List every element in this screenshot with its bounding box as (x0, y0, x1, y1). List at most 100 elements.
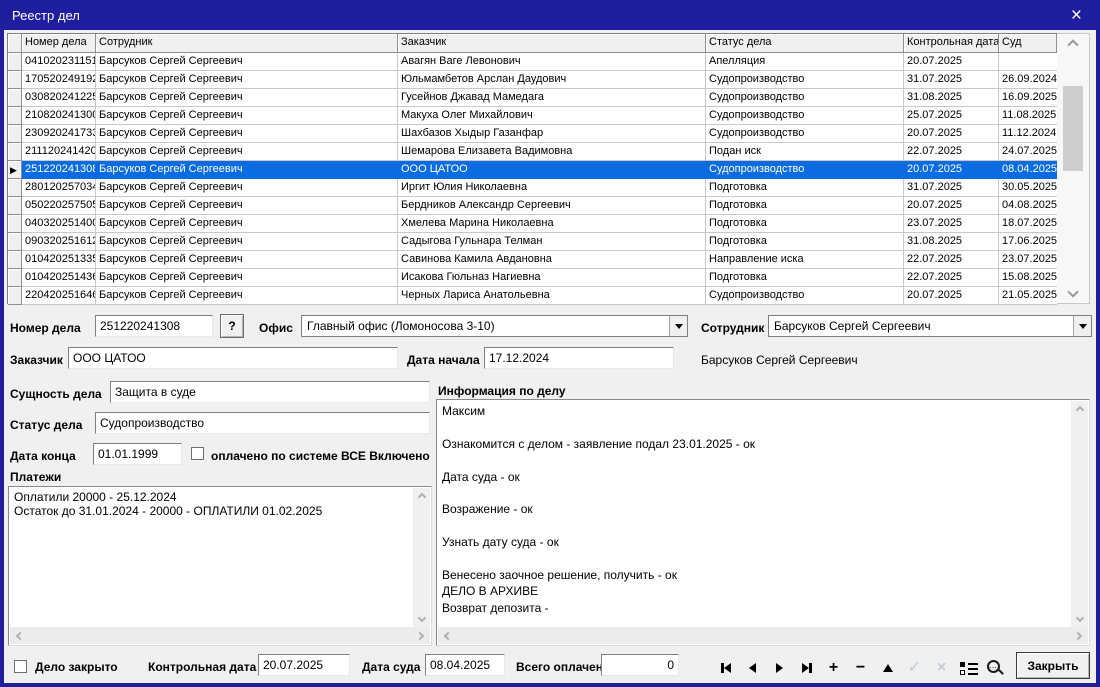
status-field[interactable] (95, 412, 430, 434)
cell-employee[interactable]: Барсуков Сергей Сергеевич (96, 89, 398, 107)
office-select[interactable]: Главный офис (Ломоносова 3-10) (301, 315, 688, 337)
cell-control-date[interactable]: 31.07.2025 (904, 179, 999, 197)
case-info-text[interactable]: Максим Ознакомится с делом - заявление п… (439, 401, 1070, 626)
case-info-vertical-scrollbar[interactable] (1071, 401, 1088, 627)
scroll-up-icon[interactable] (413, 490, 430, 504)
search-icon[interactable]: … (982, 656, 1009, 680)
prior-record-icon[interactable] (739, 656, 766, 680)
cell-case-number[interactable]: 210820241300 (22, 107, 96, 125)
cell-case-number[interactable]: 050220257505 (22, 197, 96, 215)
table-row[interactable]: 090320251612 Барсуков Сергей Сергеевич С… (8, 233, 1056, 251)
table-header-case-number[interactable]: Номер дела (22, 34, 96, 53)
edit-record-icon[interactable] (874, 656, 901, 680)
cell-case-number[interactable]: 220420251646 (22, 287, 96, 305)
end-date-field[interactable] (93, 443, 182, 465)
cell-customer[interactable]: Хмелева Марина Николаевна (398, 215, 706, 233)
footer-court-date-field[interactable] (425, 654, 505, 676)
cell-status[interactable]: Апелляция (706, 53, 904, 71)
payments-vertical-scrollbar[interactable] (413, 488, 430, 627)
cell-status[interactable]: Судопроизводство (706, 161, 904, 179)
cell-court[interactable]: 23.07.2025 (999, 251, 1057, 269)
cell-case-number[interactable]: 010420251436 (22, 269, 96, 287)
cell-status[interactable]: Подготовка (706, 233, 904, 251)
cell-status[interactable]: Подан иск (706, 143, 904, 161)
table-row[interactable]: 030820241225 Барсуков Сергей Сергеевич Г… (8, 89, 1056, 107)
chevron-down-icon[interactable] (669, 316, 687, 336)
cell-case-number[interactable]: 170520249192 (22, 71, 96, 89)
cell-case-number[interactable]: 280120257034 (22, 179, 96, 197)
cell-court[interactable]: 11.12.2024 (999, 125, 1057, 143)
cell-customer[interactable]: Исакова Гюльназ Нагиевна (398, 269, 706, 287)
cell-employee[interactable]: Барсуков Сергей Сергеевич (96, 269, 398, 287)
cell-employee[interactable]: Барсуков Сергей Сергеевич (96, 215, 398, 233)
cell-status[interactable]: Направление иска (706, 251, 904, 269)
cell-employee[interactable]: Барсуков Сергей Сергеевич (96, 233, 398, 251)
cell-customer[interactable]: Гусейнов Джавад Мамедага (398, 89, 706, 107)
table-row[interactable]: ▶ 251220241308 Барсуков Сергей Сергеевич… (8, 161, 1056, 179)
cell-court[interactable]: 11.08.2025 (999, 107, 1057, 125)
close-window-icon[interactable]: × (1065, 6, 1088, 25)
table-header-control-date[interactable]: Контрольная дата (904, 34, 999, 53)
last-record-icon[interactable] (793, 656, 820, 680)
cell-employee[interactable]: Барсуков Сергей Сергеевич (96, 161, 398, 179)
table-row[interactable]: 230920241733 Барсуков Сергей Сергеевич Ш… (8, 125, 1056, 143)
cell-status[interactable]: Подготовка (706, 197, 904, 215)
cell-control-date[interactable]: 25.07.2025 (904, 107, 999, 125)
cell-employee[interactable]: Барсуков Сергей Сергеевич (96, 287, 398, 305)
cell-control-date[interactable]: 31.08.2025 (904, 233, 999, 251)
cell-control-date[interactable]: 23.07.2025 (904, 215, 999, 233)
cell-control-date[interactable]: 20.07.2025 (904, 161, 999, 179)
scroll-right-icon[interactable] (1070, 627, 1086, 644)
paid-all-inclusive-checkbox[interactable] (191, 447, 204, 460)
cell-control-date[interactable]: 20.07.2025 (904, 287, 999, 305)
table-row[interactable]: 050220257505 Барсуков Сергей Сергеевич Б… (8, 197, 1056, 215)
case-info-horizontal-scrollbar[interactable] (438, 627, 1088, 644)
cell-court[interactable]: 08.04.2025 (999, 161, 1057, 179)
scroll-down-icon[interactable] (413, 611, 430, 625)
cell-case-number[interactable]: 041020231151 (22, 53, 96, 71)
cell-employee[interactable]: Барсуков Сергей Сергеевич (96, 125, 398, 143)
payments-text[interactable]: Оплатили 20000 - 25.12.2024 Остаток до 3… (11, 488, 412, 626)
cell-customer[interactable]: Иргит Юлия Николаевна (398, 179, 706, 197)
cell-control-date[interactable]: 20.07.2025 (904, 53, 999, 71)
cell-court[interactable]: 30.05.2025 (999, 179, 1057, 197)
cell-court[interactable]: 21.05.2025 (999, 287, 1057, 305)
cell-customer[interactable]: Макуха Олег Михайлович (398, 107, 706, 125)
table-row[interactable]: 280120257034 Барсуков Сергей Сергеевич И… (8, 179, 1056, 197)
table-row[interactable]: 010420251335 Барсуков Сергей Сергеевич С… (8, 251, 1056, 269)
case-number-field[interactable] (95, 315, 213, 337)
cell-customer[interactable]: ООО ЦАТОО (398, 161, 706, 179)
cell-status[interactable]: Подготовка (706, 179, 904, 197)
case-info-memo[interactable]: Максим Ознакомится с делом - заявление п… (436, 399, 1090, 646)
case-closed-checkbox[interactable] (14, 660, 27, 673)
scroll-left-icon[interactable] (440, 627, 456, 644)
cell-court[interactable]: 18.07.2025 (999, 215, 1057, 233)
delete-record-icon[interactable]: − (847, 656, 874, 680)
help-button[interactable]: ? (220, 314, 244, 338)
table-header-employee[interactable]: Сотрудник (96, 34, 398, 53)
cell-employee[interactable]: Барсуков Сергей Сергеевич (96, 107, 398, 125)
cell-court[interactable]: 17.06.2025 (999, 233, 1057, 251)
insert-record-icon[interactable]: + (820, 656, 847, 680)
cell-status[interactable]: Судопроизводство (706, 287, 904, 305)
cell-status[interactable]: Подготовка (706, 269, 904, 287)
cell-control-date[interactable]: 22.07.2025 (904, 143, 999, 161)
cell-customer[interactable]: Юльмамбетов Арслан Даудович (398, 71, 706, 89)
scroll-down-icon[interactable] (1071, 611, 1088, 625)
cell-customer[interactable]: Авагян Ваге Левонович (398, 53, 706, 71)
scrollbar-thumb[interactable] (1063, 86, 1083, 171)
cell-court[interactable]: 16.09.2025 (999, 89, 1057, 107)
cell-control-date[interactable]: 31.07.2025 (904, 71, 999, 89)
scroll-down-icon[interactable] (1057, 283, 1089, 301)
cell-customer[interactable]: Шахбазов Хыдыр Газанфар (398, 125, 706, 143)
table-header-customer[interactable]: Заказчик (398, 34, 706, 53)
cell-court[interactable]: 24.07.2025 (999, 143, 1057, 161)
cell-customer[interactable]: Садыгова Гульнара Телман (398, 233, 706, 251)
table-vertical-scrollbar[interactable] (1057, 33, 1090, 304)
cell-employee[interactable]: Барсуков Сергей Сергеевич (96, 251, 398, 269)
cell-status[interactable]: Судопроизводство (706, 125, 904, 143)
start-date-field[interactable] (484, 347, 674, 369)
footer-control-date-field[interactable] (258, 654, 350, 676)
first-record-icon[interactable] (712, 656, 739, 680)
close-button[interactable]: Закрыть (1016, 652, 1090, 679)
